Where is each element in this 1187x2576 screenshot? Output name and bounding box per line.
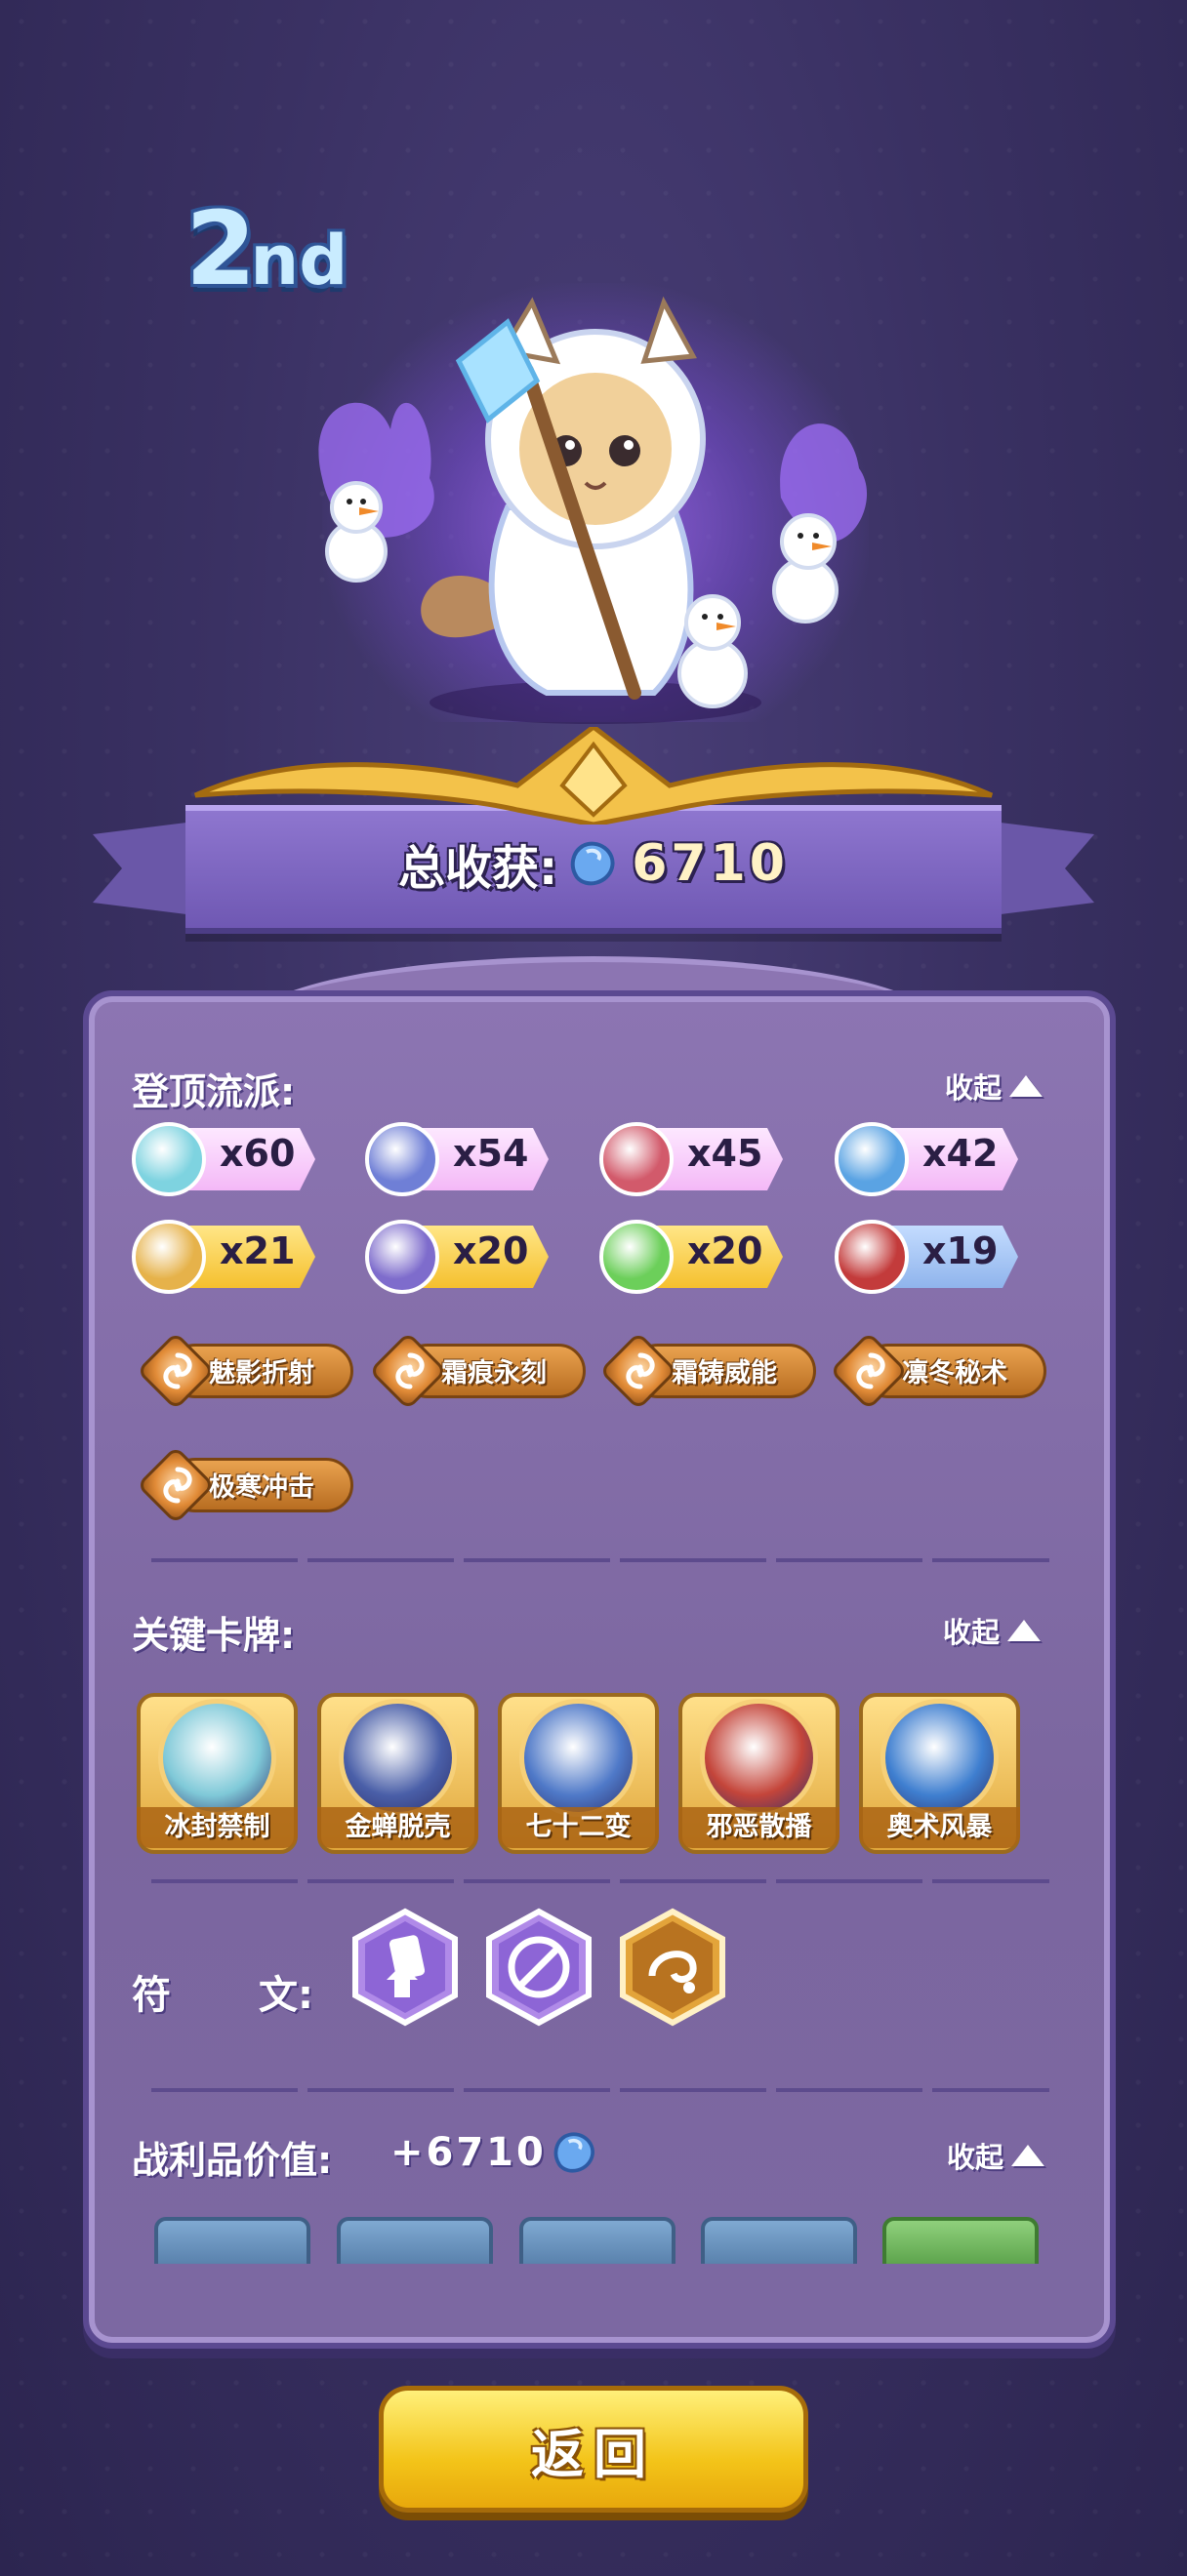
- genre-counter: x20: [365, 1220, 560, 1298]
- total-label: 总收获:: [398, 841, 558, 896]
- swirl-icon: [163, 1467, 192, 1504]
- genre-tag[interactable]: 霜痕永刻: [368, 1331, 591, 1411]
- divider: [151, 2088, 1049, 2092]
- genre-counter: x45: [599, 1122, 795, 1200]
- claw-icon: [599, 1122, 674, 1196]
- dove-icon: [365, 1122, 439, 1196]
- loot-item-bottle[interactable]: [337, 2217, 493, 2264]
- key-card[interactable]: 冰封禁制: [137, 1693, 298, 1854]
- key-card[interactable]: 邪恶散播: [678, 1693, 839, 1854]
- cards-collapse-label: 收起: [943, 1616, 1001, 1649]
- card-name: 七十二变: [498, 1807, 659, 1848]
- crystal-gem-icon: [570, 841, 615, 886]
- genre-counter: x20: [599, 1220, 795, 1298]
- genre-collapse-label: 收起: [945, 1071, 1003, 1105]
- card-name: 邪恶散播: [678, 1807, 839, 1848]
- genre-counter: x54: [365, 1122, 560, 1200]
- card-name: 金蝉脱壳: [317, 1807, 478, 1848]
- counter-value: x42: [922, 1132, 999, 1175]
- golden-crest: [193, 727, 994, 825]
- counter-value: x21: [220, 1229, 296, 1272]
- genre-counter: x42: [835, 1122, 1030, 1200]
- potion-icon: [599, 1220, 674, 1294]
- rune-label-second: 文:: [259, 1973, 313, 2018]
- loot-item-fin[interactable]: [154, 2217, 310, 2264]
- card-art: [880, 1699, 999, 1817]
- swirl-icon: [395, 1352, 425, 1389]
- card-name: 冰封禁制: [137, 1807, 298, 1848]
- card-art: [519, 1699, 637, 1817]
- rune-gold-spark-icon[interactable]: [613, 1908, 732, 2027]
- swirl-icon: [163, 1352, 192, 1389]
- tag-label: 霜铸威能: [672, 1358, 777, 1389]
- heart-icon: [132, 1220, 206, 1294]
- swirl-icon: [856, 1352, 885, 1389]
- snowflake-icon: [132, 1122, 206, 1196]
- loot-collapse-button[interactable]: 收起: [947, 2135, 1045, 2176]
- genre-counter: x60: [132, 1122, 327, 1200]
- rune-label-first: 符: [132, 1973, 171, 2018]
- swirl-icon: [626, 1352, 655, 1389]
- genre-tag[interactable]: 霜铸威能: [598, 1331, 821, 1411]
- loot-item-helmet[interactable]: [701, 2217, 857, 2264]
- counter-value: x60: [220, 1132, 296, 1175]
- genre-tag[interactable]: 极寒冲击: [136, 1445, 358, 1525]
- card-art: [339, 1699, 457, 1817]
- loot-scroll-mask: [146, 2264, 1054, 2303]
- triangle-up-icon: [1009, 1075, 1044, 1097]
- genre-counter: x21: [132, 1220, 327, 1298]
- key-card[interactable]: 奥术风暴: [859, 1693, 1020, 1854]
- loot-title: 战利品价值:: [132, 2139, 333, 2182]
- hero-character: [318, 296, 868, 724]
- counter-value: x19: [922, 1229, 999, 1272]
- key-card[interactable]: 金蝉脱壳: [317, 1693, 478, 1854]
- genre-tag[interactable]: 凛冬秘术: [829, 1331, 1051, 1411]
- divider: [151, 1879, 1049, 1883]
- loot-item-ring[interactable]: [519, 2217, 675, 2264]
- counter-value: x20: [687, 1229, 763, 1272]
- triangle-up-icon: [1011, 2145, 1045, 2166]
- key-card[interactable]: 七十二变: [498, 1693, 659, 1854]
- genre-tag[interactable]: 魅影折射: [136, 1331, 358, 1411]
- divider: [151, 1558, 1049, 1562]
- counter-value: x45: [687, 1132, 763, 1175]
- cards-collapse-button[interactable]: 收起: [943, 1610, 1042, 1651]
- tag-label: 极寒冲击: [209, 1472, 314, 1503]
- genre-counter: x19: [835, 1220, 1030, 1298]
- genre-title: 登顶流派:: [132, 1070, 296, 1113]
- counter-value: x54: [453, 1132, 529, 1175]
- genre-collapse-button[interactable]: 收起: [945, 1066, 1044, 1107]
- card-art: [158, 1699, 276, 1817]
- flame-icon: [835, 1220, 909, 1294]
- loot-item-claw[interactable]: [882, 2217, 1039, 2264]
- crystal-gem-icon: [553, 2132, 594, 2173]
- counter-value: x20: [453, 1229, 529, 1272]
- triangle-up-icon: [1007, 1620, 1042, 1641]
- sword-icon: [365, 1220, 439, 1294]
- back-button[interactable]: 返回: [379, 2386, 808, 2513]
- cards-title: 关键卡牌:: [132, 1614, 296, 1657]
- droplet-icon: [835, 1122, 909, 1196]
- total-harvest: 总收获: 6710: [185, 815, 1002, 912]
- loot-collapse-label: 收起: [947, 2141, 1004, 2174]
- card-name: 奥术风暴: [859, 1807, 1020, 1848]
- card-art: [700, 1699, 818, 1817]
- tag-label: 霜痕永刻: [441, 1358, 547, 1389]
- tag-label: 凛冬秘术: [902, 1358, 1007, 1389]
- rune-no-sword-icon[interactable]: [479, 1908, 598, 2027]
- loot-value: +6710: [390, 2130, 547, 2175]
- tag-label: 魅影折射: [209, 1358, 314, 1389]
- rune-card-upgrade-icon[interactable]: [346, 1908, 465, 2027]
- total-value: 6710: [632, 834, 789, 893]
